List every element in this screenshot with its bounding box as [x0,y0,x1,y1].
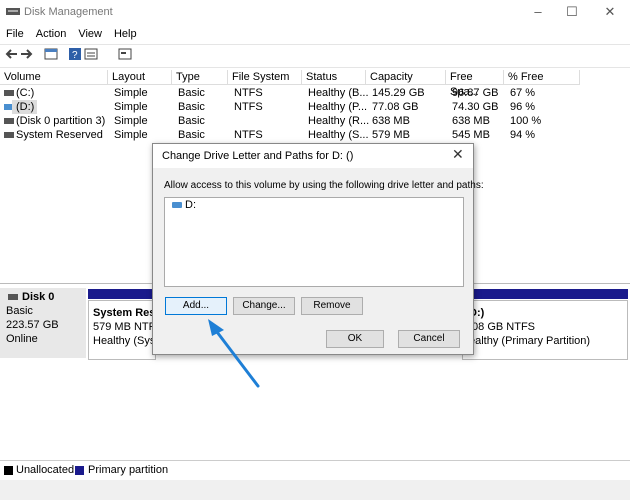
cell-layout: Simple [114,87,148,99]
cell-type: Basic [178,87,205,99]
cell-capacity: 145.29 GB [372,87,425,99]
ok-button[interactable]: OK [326,330,384,348]
cell-free-space: 74.30 GB [452,101,499,113]
partition-size: .08 GB NTFS [469,321,536,333]
dialog-title: Change Drive Letter and Paths for D: () [162,150,354,162]
column-capacity[interactable]: Capacity [366,70,446,85]
column-status[interactable]: Status [302,70,366,85]
cell-volume: (Disk 0 partition 3) [16,115,106,127]
disk-type: Basic [6,305,33,317]
remove-button[interactable]: Remove [301,297,363,315]
cell-status: Healthy (P... [308,101,368,113]
column-file-system[interactable]: File System [228,70,302,85]
cell-type: Basic [178,129,205,141]
cell-layout: Simple [114,129,148,141]
cell-free-space: 638 MB [452,115,490,127]
legend-primary: Primary partition [88,464,169,476]
cell-percent-free: 100 % [510,115,542,127]
cell-capacity: 638 MB [372,115,410,127]
disk-name: Disk 0 [22,291,55,303]
legend-unallocated: Unallocated [16,464,75,476]
cell-volume: (C:) [16,87,35,99]
cell-percent-free: 67 % [510,87,536,99]
partition-system-reserved[interactable]: System Rese 579 MB NTFS Healthy (Syste [88,300,165,360]
cell-free-space: 96.87 GB [452,87,499,99]
cell-percent-free: 96 % [510,101,536,113]
cell-status: Healthy (B... [308,87,369,99]
list-item-d[interactable]: D: [185,199,196,211]
cell-layout: Simple [114,115,148,127]
cell-file-system: NTFS [234,101,263,113]
menu-view[interactable]: View [78,26,102,42]
cell-status: Healthy (S... [308,129,369,141]
window-title: Disk Management [24,6,113,18]
cell-volume: (D:) [12,100,38,114]
cancel-button[interactable]: Cancel [398,330,460,348]
cell-capacity: 579 MB [372,129,410,141]
disk-state: Online [6,333,38,345]
unallocated-swatch [4,466,13,475]
properties-icon[interactable] [44,47,58,61]
dialog-close-icon[interactable]: ✕ [452,146,464,163]
drive-icon [172,202,182,208]
svg-text:?: ? [72,50,78,61]
cell-layout: Simple [114,101,148,113]
drive-letter-list[interactable] [164,197,464,287]
disk-size: 223.57 GB [6,319,59,331]
forward-arrow-icon[interactable] [20,47,34,61]
partition-status: ealthy (Primary Partition) [469,335,591,347]
disk-icon [8,294,18,300]
menu-help[interactable]: Help [114,26,137,42]
change-button[interactable]: Change... [233,297,295,315]
list-view-icon[interactable] [84,47,98,61]
cell-volume: System Reserved [16,129,103,141]
cell-capacity: 77.08 GB [372,101,419,113]
disk-management-icon [6,8,20,15]
column-percent-free[interactable]: % Free [504,70,580,85]
partition-d[interactable]: D:) .08 GB NTFS ealthy (Primary Partitio… [462,300,628,360]
close-button[interactable]: ✕ [600,4,620,20]
menu-file[interactable]: File [6,26,24,42]
primary-partition-swatch [75,466,84,475]
dialog-description: Allow access to this volume by using the… [164,180,484,191]
column-volume[interactable]: Volume [0,70,108,85]
add-button[interactable]: Add... [165,297,227,315]
menu-bar: File Action View Help [0,26,143,42]
cell-free-space: 545 MB [452,129,490,141]
column-layout[interactable]: Layout [108,70,172,85]
cell-file-system: NTFS [234,129,263,141]
cell-type: Basic [178,115,205,127]
minimize-button[interactable]: – [528,4,548,20]
annotation-arrow-icon [208,319,260,388]
cell-percent-free: 94 % [510,129,536,141]
settings-view-icon[interactable] [118,47,132,61]
menu-action[interactable]: Action [36,26,67,42]
help-icon[interactable]: ? [68,47,82,61]
back-arrow-icon[interactable] [4,47,18,61]
status-bar [0,480,630,500]
cell-status: Healthy (R... [308,115,370,127]
maximize-button[interactable]: ☐ [562,4,582,20]
column-type[interactable]: Type [172,70,228,85]
cell-type: Basic [178,101,205,113]
column-free-space[interactable]: Free Spa... [446,70,504,98]
disk-0-label[interactable]: Disk 0 Basic 223.57 GB Online [0,288,86,358]
cell-file-system [230,114,234,128]
cell-file-system: NTFS [234,87,263,99]
